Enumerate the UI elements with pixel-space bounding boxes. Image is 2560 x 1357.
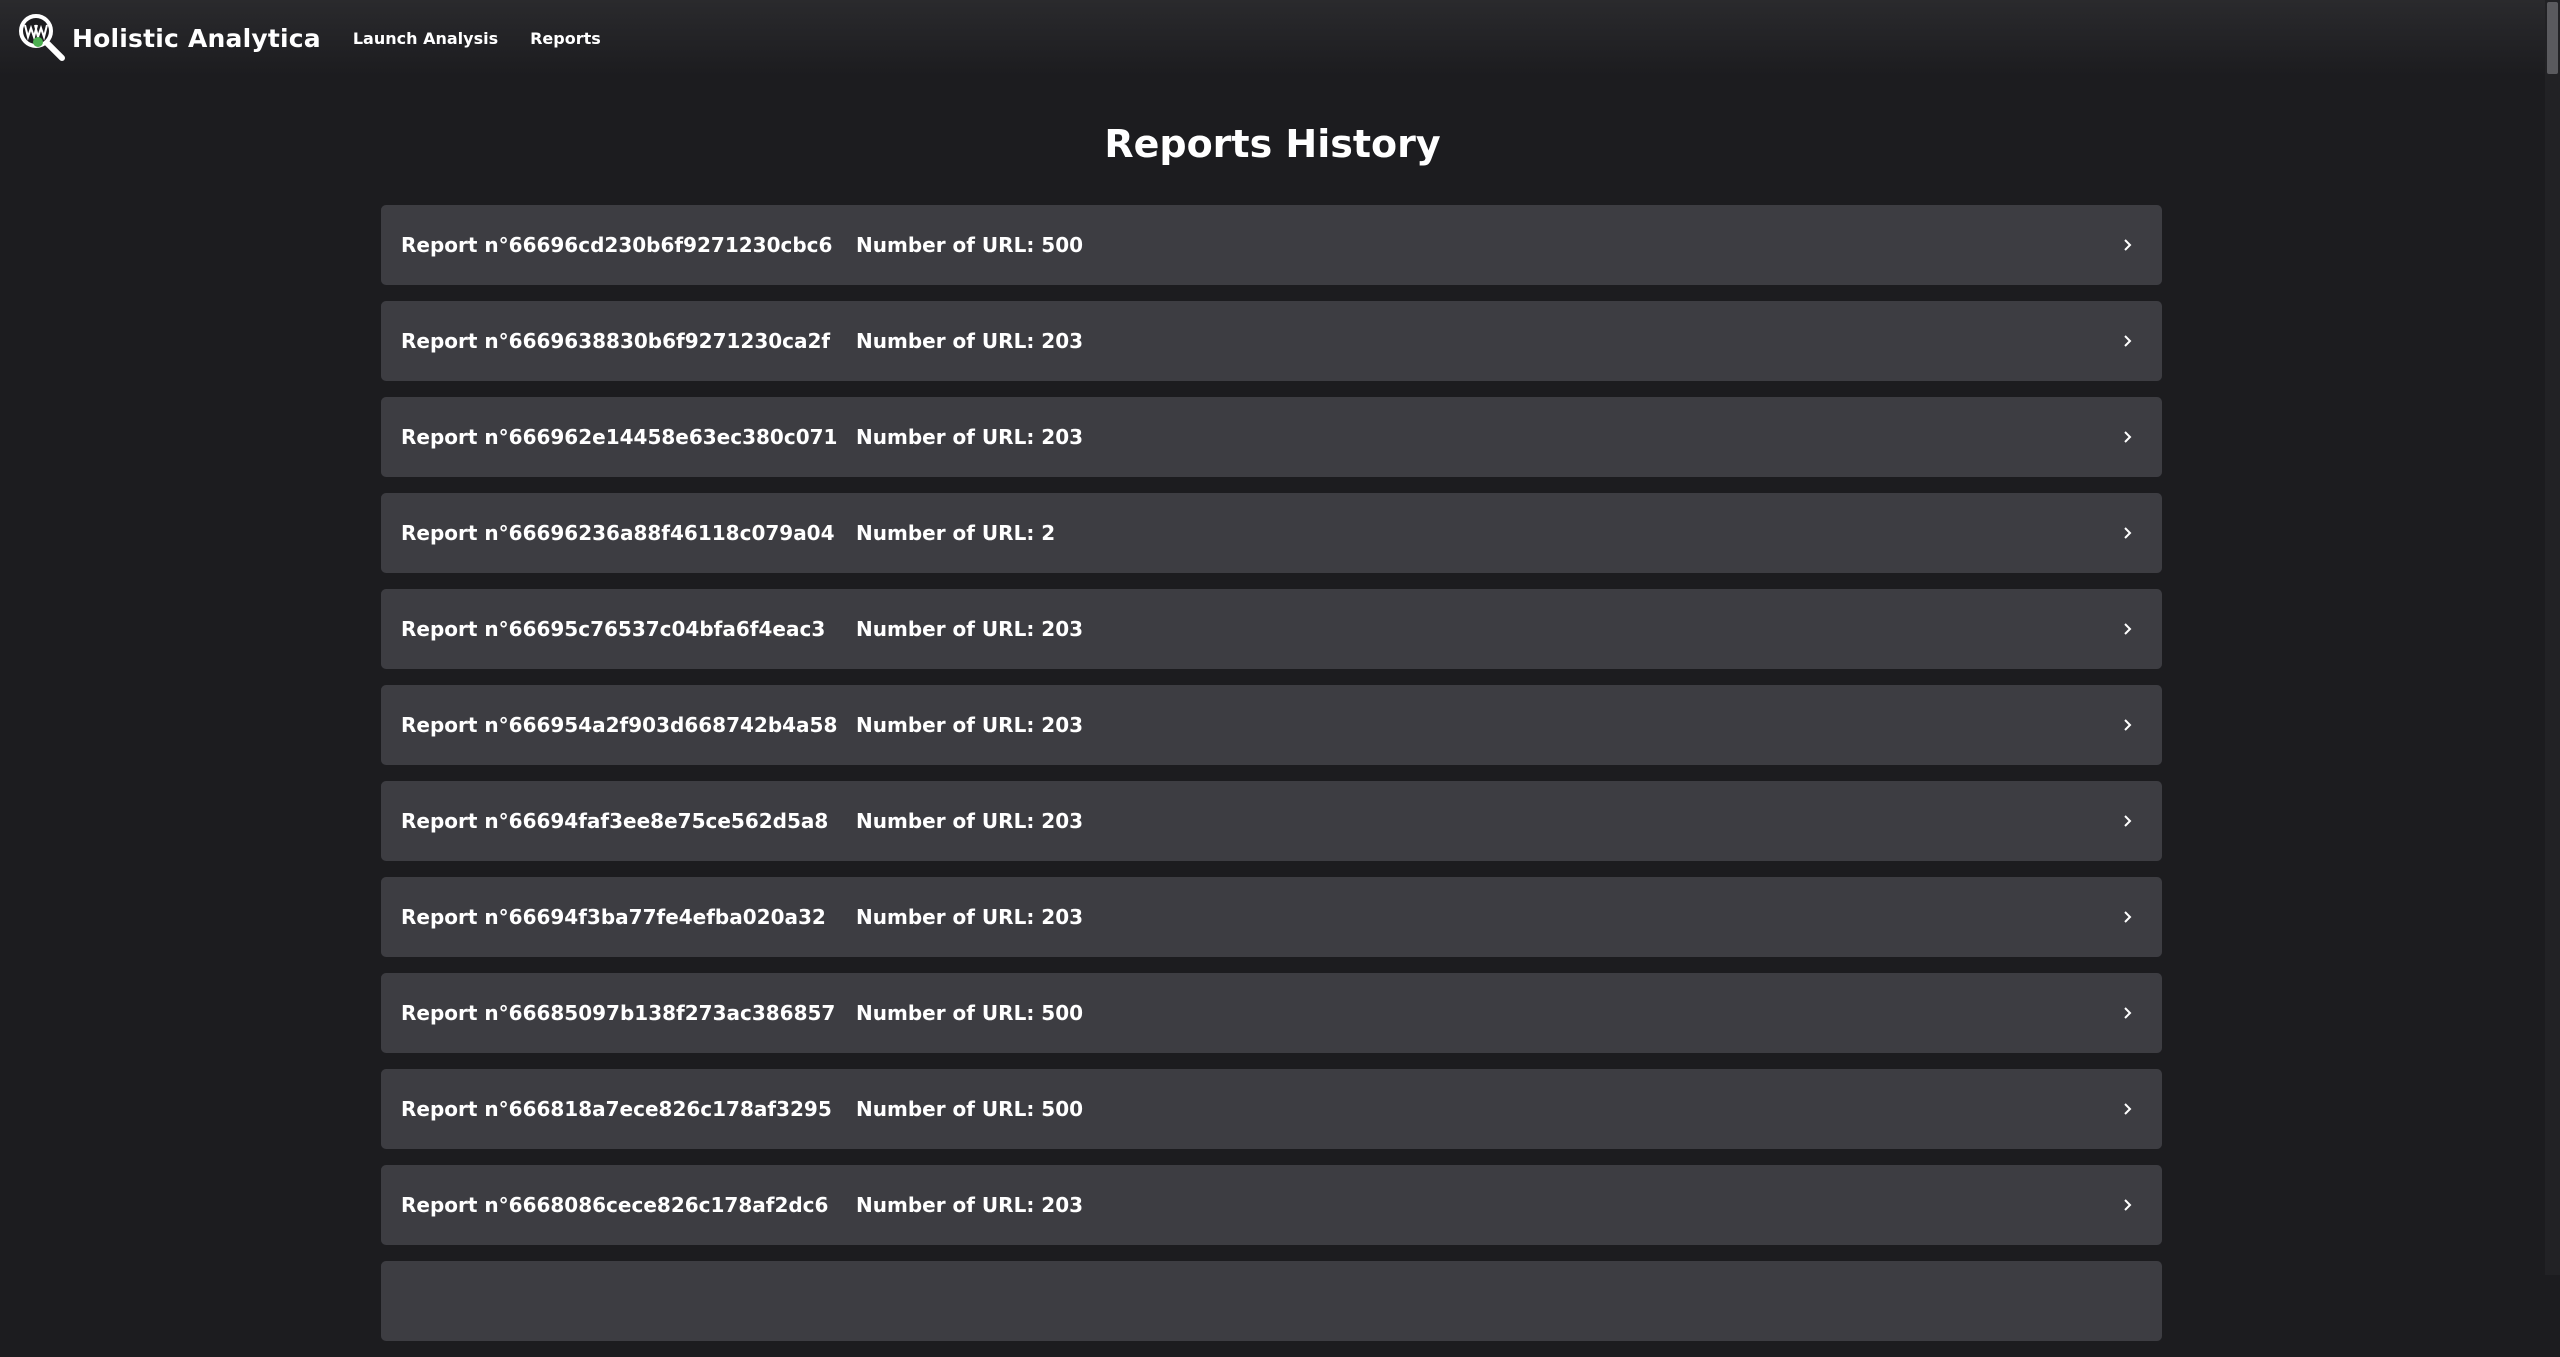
chevron-right-icon: [2124, 1103, 2132, 1115]
magnifier-logo-icon: [19, 14, 65, 61]
report-row[interactable]: Report n°66696cd230b6f9271230cbc6 Number…: [381, 205, 2162, 285]
report-row[interactable]: Report n°66694f3ba77fe4efba020a32 Number…: [381, 877, 2162, 957]
url-count: Number of URL: 203: [856, 713, 1084, 737]
report-id: Report n°666818a7ece826c178af3295: [401, 1097, 832, 1121]
brand-name: Holistic Analytica: [72, 23, 321, 53]
chevron-right-icon: [2124, 1199, 2132, 1211]
url-count: Number of URL: 500: [856, 233, 1084, 257]
report-id: Report n°66694faf3ee8e75ce562d5a8: [401, 809, 829, 833]
page-scrollbar[interactable]: [2545, 0, 2560, 1275]
report-row[interactable]: Report n°6669638830b6f9271230ca2f Number…: [381, 301, 2162, 381]
url-count: Number of URL: 500: [856, 1001, 1084, 1025]
url-count: Number of URL: 500: [856, 1097, 1084, 1121]
chevron-right-icon: [2124, 911, 2132, 923]
brand-link[interactable]: Holistic Analytica: [16, 0, 321, 76]
url-count: Number of URL: 203: [856, 1193, 1084, 1217]
url-count: Number of URL: 203: [856, 905, 1084, 929]
report-id: Report n°66685097b138f273ac386857: [401, 1001, 836, 1025]
report-row[interactable]: Report n°66695c76537c04bfa6f4eac3 Number…: [381, 589, 2162, 669]
report-row[interactable]: Report n°66696236a88f46118c079a04 Number…: [381, 493, 2162, 573]
report-row[interactable]: Report n°6668086cece826c178af2dc6 Number…: [381, 1165, 2162, 1245]
url-count: Number of URL: 203: [856, 425, 1084, 449]
report-id: Report n°6668086cece826c178af2dc6: [401, 1193, 829, 1217]
url-count: Number of URL: 203: [856, 809, 1084, 833]
report-row[interactable]: Report n°66685097b138f273ac386857 Number…: [381, 973, 2162, 1053]
chevron-right-icon: [2124, 1007, 2132, 1019]
nav-link-reports[interactable]: Reports: [530, 29, 601, 48]
chevron-right-icon: [2124, 719, 2132, 731]
report-id: Report n°66694f3ba77fe4efba020a32: [401, 905, 826, 929]
chevron-right-icon: [2124, 431, 2132, 443]
scrollbar-thumb[interactable]: [2547, 2, 2558, 74]
page-title: Reports History: [1104, 122, 1441, 166]
top-navbar: Holistic Analytica Launch Analysis Repor…: [0, 0, 2545, 76]
report-id: Report n°66695c76537c04bfa6f4eac3: [401, 617, 826, 641]
url-count: Number of URL: 203: [856, 617, 1084, 641]
url-count: Number of URL: 2: [856, 521, 1056, 545]
report-row-partial[interactable]: [381, 1261, 2162, 1341]
report-id: Report n°66696236a88f46118c079a04: [401, 521, 835, 545]
nav-link-launch-analysis[interactable]: Launch Analysis: [353, 29, 498, 48]
report-id: Report n°666962e14458e63ec380c071: [401, 425, 838, 449]
report-id: Report n°666954a2f903d668742b4a58: [401, 713, 838, 737]
report-id: Report n°6669638830b6f9271230ca2f: [401, 329, 831, 353]
chevron-right-icon: [2124, 239, 2132, 251]
url-count: Number of URL: 203: [856, 329, 1084, 353]
chevron-right-icon: [2124, 335, 2132, 347]
report-id: Report n°66696cd230b6f9271230cbc6: [401, 233, 833, 257]
report-list: Report n°66696cd230b6f9271230cbc6 Number…: [381, 205, 2162, 1357]
chevron-right-icon: [2124, 527, 2132, 539]
chevron-right-icon: [2124, 815, 2132, 827]
report-row[interactable]: Report n°666954a2f903d668742b4a58 Number…: [381, 685, 2162, 765]
report-row[interactable]: Report n°66694faf3ee8e75ce562d5a8 Number…: [381, 781, 2162, 861]
report-row[interactable]: Report n°666818a7ece826c178af3295 Number…: [381, 1069, 2162, 1149]
chevron-right-icon: [2124, 623, 2132, 635]
report-row[interactable]: Report n°666962e14458e63ec380c071 Number…: [381, 397, 2162, 477]
